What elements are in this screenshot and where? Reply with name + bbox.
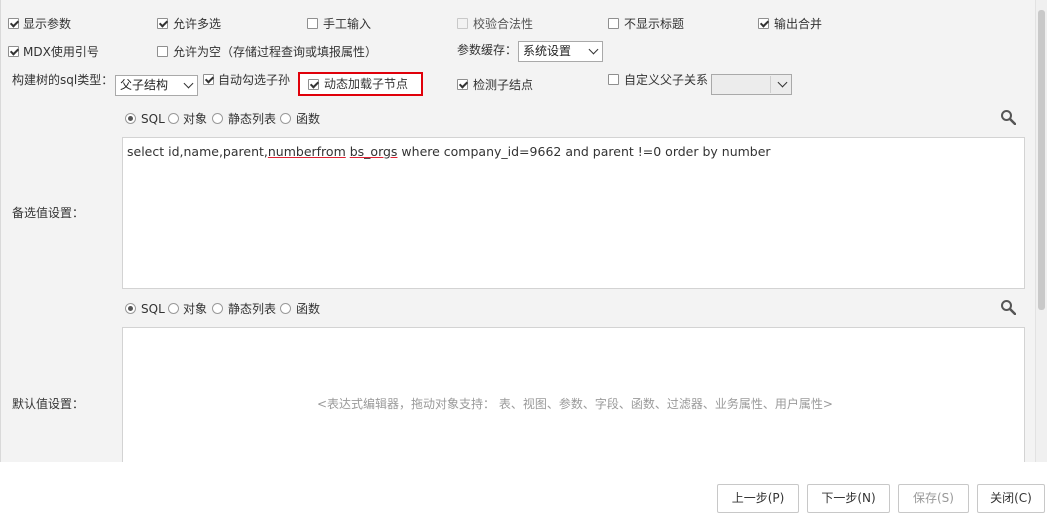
mdx-quote-label: MDX使用引号 bbox=[23, 45, 99, 59]
default-mode-sql-radio[interactable] bbox=[125, 303, 136, 314]
dynamic-load-children-label: 动态加载子节点 bbox=[324, 77, 409, 91]
chevron-down-icon bbox=[777, 77, 788, 88]
custom-parent-child-checkbox[interactable] bbox=[608, 74, 619, 85]
candidate-mode-static-radio[interactable] bbox=[212, 113, 223, 124]
candidate-mode-function-label: 函数 bbox=[296, 112, 321, 126]
candidate-value-label: 备选值设置： bbox=[12, 206, 85, 220]
prev-step-button[interactable]: 上一步(P) bbox=[717, 484, 799, 513]
default-mode-object-label: 对象 bbox=[183, 302, 208, 316]
param-cache-label: 参数缓存： bbox=[457, 43, 518, 57]
default-value-label: 默认值设置： bbox=[12, 397, 85, 411]
parameter-settings-panel: 显示参数 允许多选 手工输入 校验合法性 不显示标题 输出合并 MDX使用引号 … bbox=[0, 0, 1036, 462]
candidate-mode-sql-label: SQL bbox=[141, 112, 165, 126]
chevron-down-icon bbox=[183, 78, 194, 89]
custom-parent-child-select[interactable] bbox=[711, 74, 792, 95]
param-cache-select[interactable]: 系统设置 bbox=[518, 41, 603, 62]
select-divider bbox=[770, 76, 771, 93]
hide-title-checkbox[interactable] bbox=[608, 18, 619, 29]
allow-multi-checkbox[interactable] bbox=[157, 18, 168, 29]
candidate-mode-sql-radio[interactable] bbox=[125, 113, 136, 124]
tree-type-select[interactable]: 父子结构 bbox=[115, 75, 198, 96]
dynamic-load-children-checkbox[interactable] bbox=[308, 79, 319, 90]
validate-label: 校验合法性 bbox=[473, 17, 534, 31]
param-cache-value: 系统设置 bbox=[523, 44, 572, 58]
search-icon[interactable] bbox=[1000, 299, 1016, 315]
manual-input-label: 手工输入 bbox=[323, 17, 372, 31]
default-mode-function-radio[interactable] bbox=[280, 303, 291, 314]
output-merge-label: 输出合并 bbox=[774, 17, 823, 31]
show-params-checkbox[interactable] bbox=[8, 18, 19, 29]
default-mode-object-radio[interactable] bbox=[168, 303, 179, 314]
tree-type-value: 父子结构 bbox=[120, 78, 169, 92]
custom-parent-child-label: 自定义父子关系 bbox=[624, 73, 709, 87]
save-button[interactable]: 保存(S) bbox=[898, 484, 969, 513]
tree-sql-type-label: 构建树的sql类型： bbox=[12, 73, 114, 87]
candidate-sql-editor[interactable] bbox=[122, 137, 1025, 289]
mdx-quote-checkbox[interactable] bbox=[8, 46, 19, 57]
search-icon[interactable] bbox=[1000, 109, 1016, 125]
scrollbar-thumb[interactable] bbox=[1038, 10, 1045, 310]
detect-children-label: 检测子结点 bbox=[473, 78, 534, 92]
validate-checkbox[interactable] bbox=[457, 18, 468, 29]
allow-empty-checkbox[interactable] bbox=[157, 46, 168, 57]
default-mode-static-radio[interactable] bbox=[212, 303, 223, 314]
candidate-sql-text: select id,name,parent,numberfrom bs_orgs… bbox=[127, 144, 771, 159]
output-merge-checkbox[interactable] bbox=[758, 18, 769, 29]
candidate-mode-function-radio[interactable] bbox=[280, 113, 291, 124]
candidate-mode-object-radio[interactable] bbox=[168, 113, 179, 124]
close-button[interactable]: 关闭(C) bbox=[977, 484, 1045, 513]
manual-input-checkbox[interactable] bbox=[307, 18, 318, 29]
default-mode-sql-label: SQL bbox=[141, 302, 165, 316]
vertical-scrollbar[interactable] bbox=[1035, 0, 1047, 462]
default-editor-placeholder: <表达式编辑器，拖动对象支持： 表、视图、参数、字段、函数、过滤器、业务属性、用… bbox=[317, 397, 833, 411]
chevron-down-icon bbox=[588, 44, 599, 55]
candidate-mode-object-label: 对象 bbox=[183, 112, 208, 126]
next-step-button[interactable]: 下一步(N) bbox=[807, 484, 890, 513]
auto-check-children-label: 自动勾选子孙 bbox=[218, 73, 291, 87]
default-mode-static-label: 静态列表 bbox=[228, 302, 277, 316]
default-mode-function-label: 函数 bbox=[296, 302, 321, 316]
show-params-label: 显示参数 bbox=[23, 17, 72, 31]
detect-children-checkbox[interactable] bbox=[457, 79, 468, 90]
allow-multi-label: 允许多选 bbox=[173, 17, 222, 31]
auto-check-children-checkbox[interactable] bbox=[203, 74, 214, 85]
allow-empty-label: 允许为空（存储过程查询或填报属性） bbox=[173, 45, 378, 59]
hide-title-label: 不显示标题 bbox=[624, 17, 685, 31]
candidate-mode-static-label: 静态列表 bbox=[228, 112, 277, 126]
